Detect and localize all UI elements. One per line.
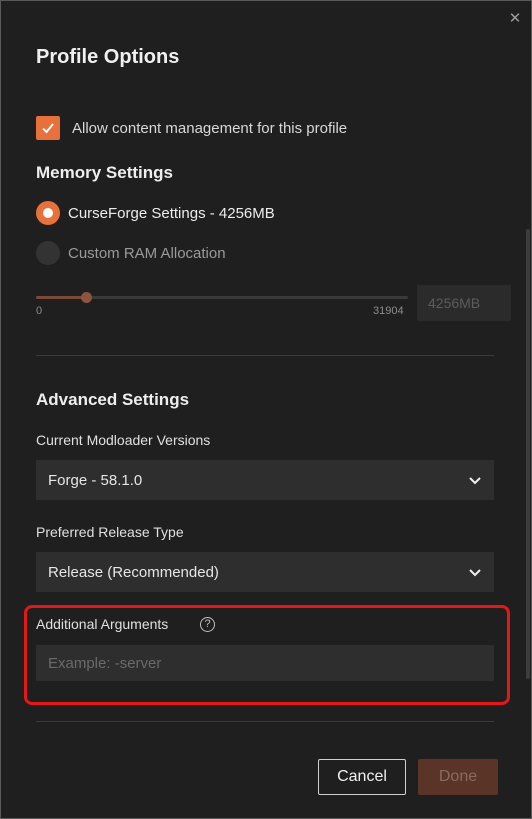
radio-curseforge-settings[interactable]: CurseForge Settings - 4256MB [36,201,275,225]
slider-max-label: 31904 [373,305,404,317]
divider [36,721,494,722]
additional-arguments-label: Additional Arguments [36,616,169,632]
help-icon[interactable]: ? [200,617,215,632]
profile-options-dialog: ✕ Profile Options Allow content manageme… [0,0,532,819]
close-icon[interactable]: ✕ [507,11,523,27]
content-management-label: Allow content management for this profil… [72,119,348,137]
modloader-label: Current Modloader Versions [36,432,211,448]
release-type-label: Preferred Release Type [36,524,184,540]
content-management-checkbox-row[interactable]: Allow content management for this profil… [36,116,347,140]
radio-button-unselected[interactable] [36,241,60,265]
chevron-down-icon [469,569,481,577]
radio-custom-ram[interactable]: Custom RAM Allocation [36,241,226,265]
ram-slider-fill [36,296,86,299]
chevron-down-icon [469,477,481,485]
additional-arguments-input[interactable] [36,645,494,681]
dialog-title: Profile Options [36,46,180,68]
content-management-checkbox[interactable] [36,116,60,140]
checkmark-icon [42,123,54,134]
done-button[interactable]: Done [418,759,498,795]
ram-slider[interactable] [36,292,408,303]
cancel-button[interactable]: Cancel [318,759,406,795]
memory-settings-heading: Memory Settings [36,163,173,182]
scrollbar[interactable] [526,229,530,679]
ram-slider-handle[interactable] [81,292,92,303]
radio-button-selected[interactable] [36,201,60,225]
release-type-value: Release (Recommended) [48,563,219,581]
release-type-select[interactable]: Release (Recommended) [36,552,494,592]
radio-label-curseforge: CurseForge Settings - 4256MB [68,204,275,222]
radio-label-custom-ram: Custom RAM Allocation [68,244,226,262]
slider-min-label: 0 [36,305,43,317]
modloader-value: Forge - 58.1.0 [48,471,143,489]
ram-value-input[interactable] [417,285,511,321]
advanced-settings-heading: Advanced Settings [36,390,190,409]
modloader-select[interactable]: Forge - 58.1.0 [36,460,494,500]
divider [36,355,494,356]
